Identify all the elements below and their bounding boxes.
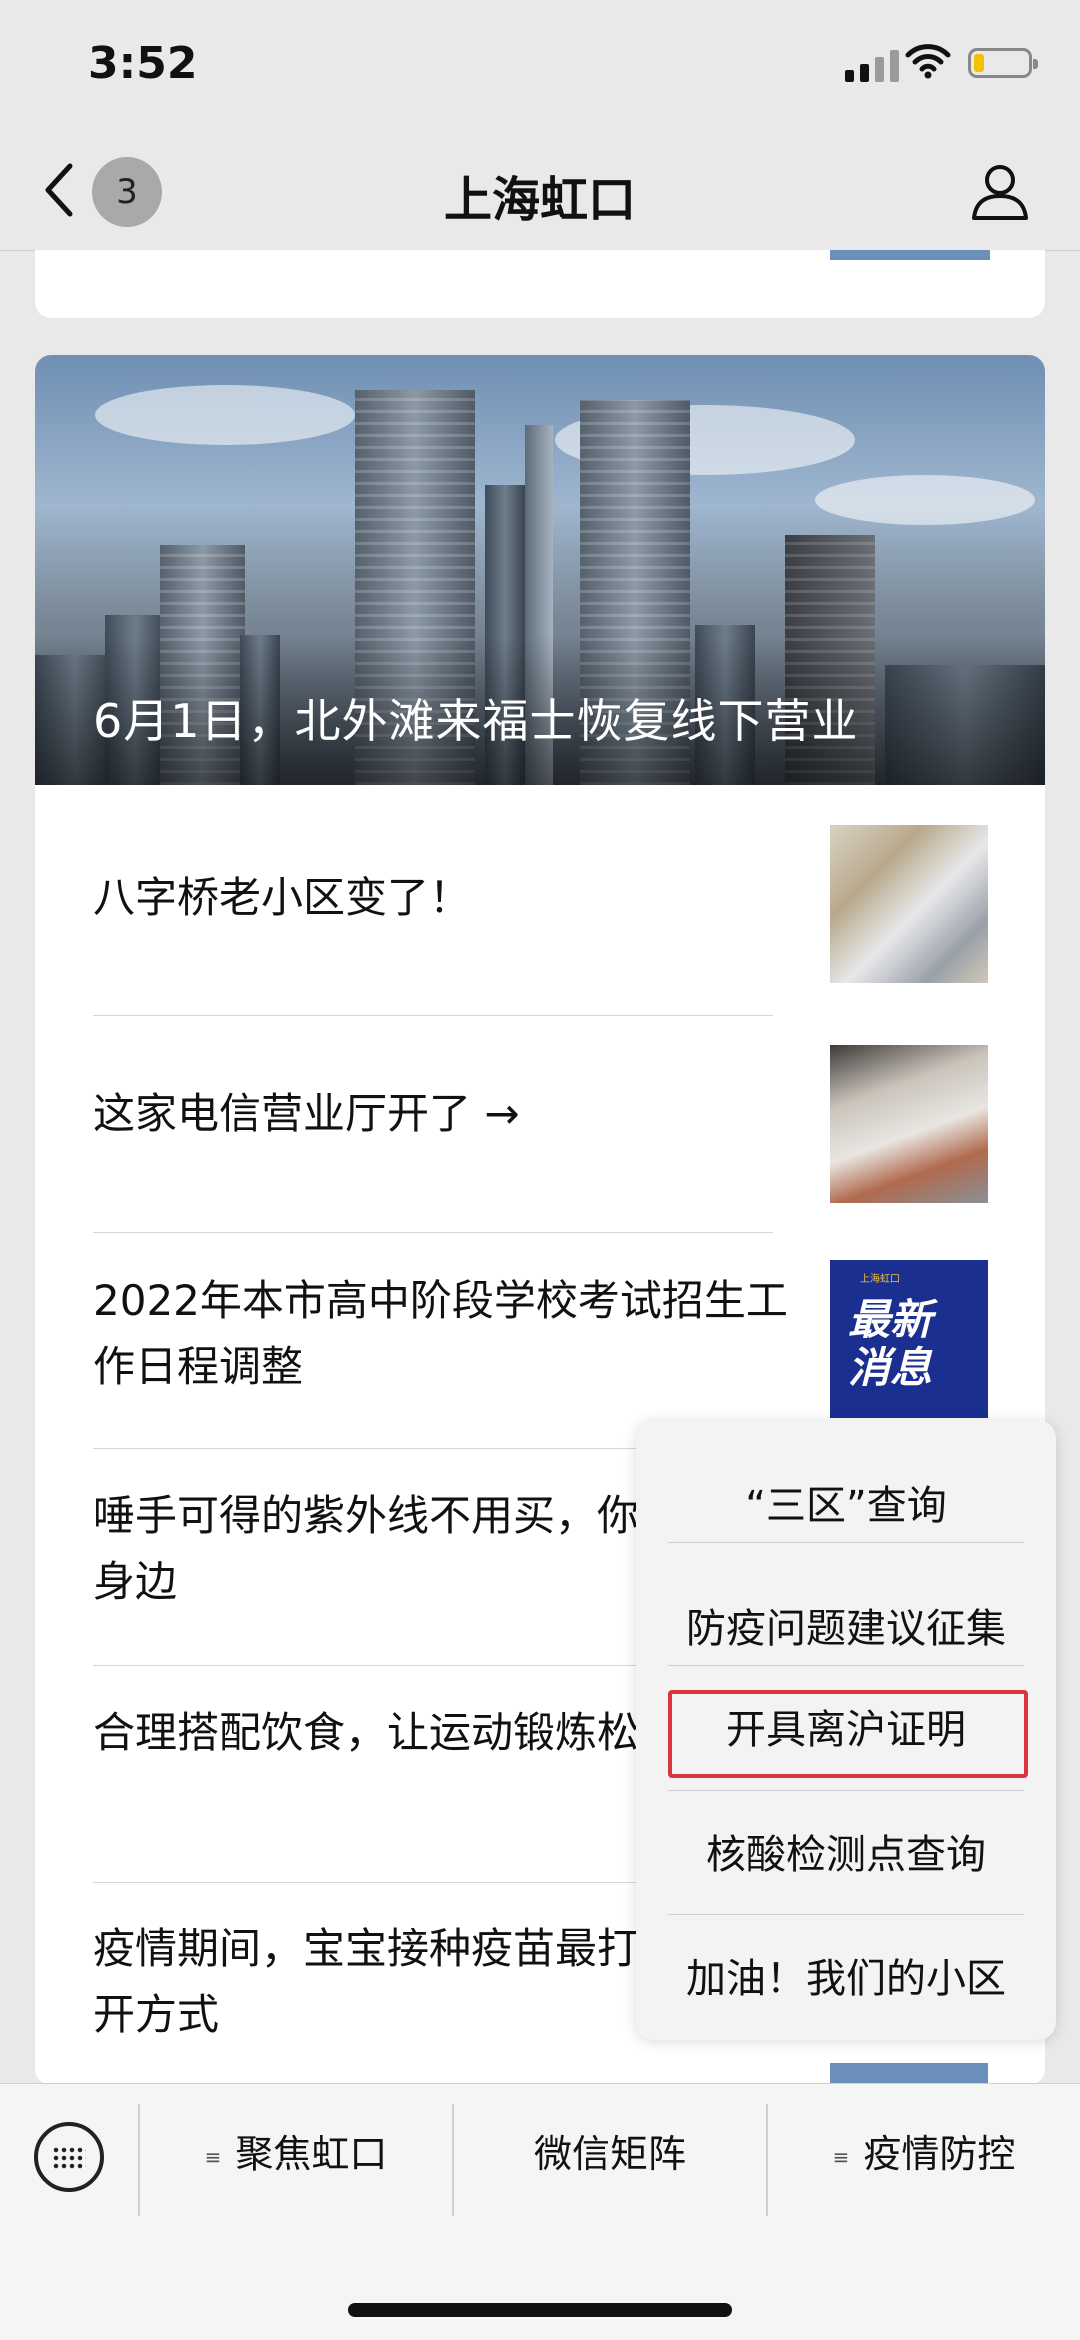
menu-tab-focus-hongkou[interactable]: ≡ 聚焦虹口 [140,2114,452,2194]
hero-title: 6月1日，北外滩来福士恢复线下营业 [93,694,859,748]
popup-divider [668,1790,1024,1791]
thumbnail-text: 最新消息 [848,1295,933,1392]
profile-icon[interactable] [968,160,1032,224]
article-title: 疫情期间，宝宝接种疫苗最打开方式 [93,1924,640,2039]
menu-popup: “三区”查询 防疫问题建议征集 开具离沪证明 核酸检测点查询 加油！我们的小区 [636,1420,1056,2040]
home-indicator [348,2303,732,2317]
list-item[interactable]: 八字桥老小区变了！ [93,825,1023,1025]
popup-divider [668,1542,1024,1543]
menu-tab-label: 疫情防控 [863,2132,1016,2176]
article-thumbnail [830,825,988,983]
wifi-icon [905,44,951,79]
battery-icon [968,48,1038,78]
menu-tab-label: 聚焦虹口 [235,2132,388,2176]
bottom-menu-bar: ≡ 聚焦虹口 微信矩阵 ≡ 疫情防控 [0,2083,1080,2340]
popup-divider [668,1914,1024,1915]
popup-item-three-zone-query[interactable]: “三区”查询 [668,1445,1024,1567]
popup-divider [668,1665,1024,1666]
article-title: 唾手可得的紫外线不用买，你身边 [93,1491,640,1606]
list-divider [93,1232,1023,1234]
page-title: 上海虹口 [443,172,636,228]
menu-tab-label: 微信矩阵 [533,2132,686,2176]
keyboard-icon[interactable] [34,2122,104,2192]
signal-icon [845,48,899,82]
popup-item-leave-shanghai-certificate[interactable]: 开具离沪证明 [668,1669,1024,1791]
status-time: 3:52 [88,38,198,89]
menu-list-icon: ≡ [204,2144,222,2169]
popup-item-nucleic-test-sites[interactable]: 核酸检测点查询 [668,1794,1024,1916]
article-title: 八字桥老小区变了！ [93,873,472,922]
popup-item-our-community[interactable]: 加油！我们的小区 [668,1918,1024,2040]
menu-tab-wechat-matrix[interactable]: 微信矩阵 [454,2114,766,2194]
hero-article[interactable]: 6月1日，北外滩来福士恢复线下营业 [35,355,1045,785]
list-item[interactable]: 这家电信营业厅开了 → [93,1045,1023,1245]
status-bar: 3:52 [0,0,1080,130]
previous-card [35,250,1045,318]
previous-thumbnail [830,250,990,260]
article-thumbnail [830,2063,988,2085]
list-divider [93,1015,1023,1017]
article-thumbnail [830,1045,988,1203]
article-title: 合理搭配饮食，让运动锻炼松 [93,1708,640,1757]
menu-tab-epidemic-control[interactable]: ≡ 疫情防控 [768,2114,1080,2194]
article-title: 这家电信营业厅开了 → [93,1089,520,1138]
article-title: 2022年本市高中阶段学校考试招生工作日程调整 [93,1276,788,1391]
article-thumbnail: 上海虹口 最新消息 [830,1260,988,1418]
menu-list-icon: ≡ [832,2144,850,2169]
thumbnail-caption: 上海虹口 [860,1274,900,1285]
